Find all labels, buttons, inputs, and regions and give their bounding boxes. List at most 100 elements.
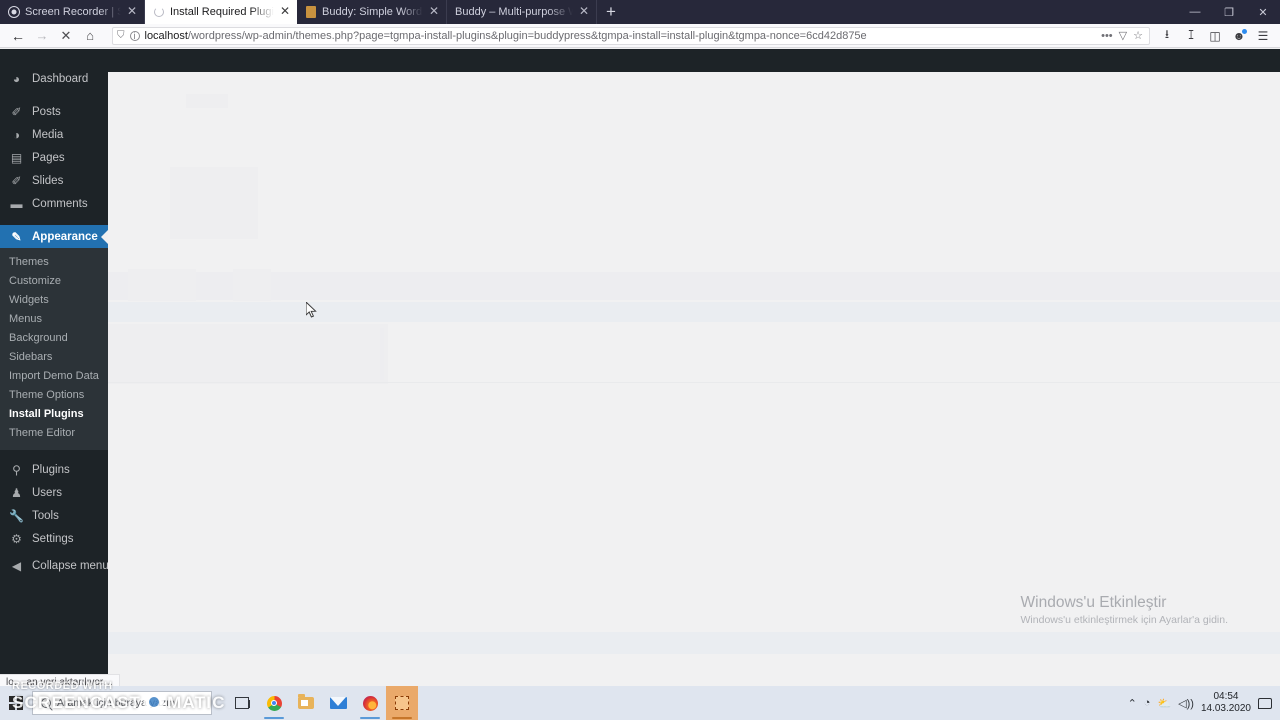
- reader-view-icon[interactable]: ▽: [1119, 29, 1127, 42]
- mouse-cursor: [306, 302, 317, 318]
- mail-icon: [329, 697, 347, 709]
- sidebar-item-appearance[interactable]: ✎ Appearance: [0, 225, 108, 248]
- tab-title: Buddy: Simple WordPress & Bu: [322, 6, 423, 18]
- account-icon[interactable]: ☻: [1228, 25, 1250, 47]
- tab-title: Install Required Plugins ‹ Word: [170, 6, 274, 18]
- download-icon[interactable]: ⭳: [1156, 25, 1178, 47]
- clock-time: 04:54: [1213, 691, 1239, 702]
- screencast-o-matic-button[interactable]: [386, 686, 418, 720]
- maximize-button[interactable]: ❐: [1212, 0, 1246, 24]
- shield-icon[interactable]: ⛉: [117, 30, 125, 41]
- submenu-item-menus[interactable]: Menus: [0, 310, 108, 329]
- library-icon[interactable]: ꕯ: [1180, 25, 1202, 47]
- onedrive-icon[interactable]: ⛅: [1157, 697, 1171, 710]
- record-icon: [8, 6, 20, 18]
- tab-close-icon[interactable]: ✕: [279, 5, 291, 18]
- windows-logo-icon: [9, 696, 23, 710]
- tab-close-icon[interactable]: ✕: [126, 5, 138, 18]
- start-button[interactable]: [0, 686, 32, 720]
- browser-navigation-toolbar: ← → ✕ ⌂ ⛉ i localhost/wordpress/wp-admin…: [0, 24, 1280, 48]
- sidebar-item-label: Pages: [32, 151, 65, 164]
- tab-title: Screen Recorder | Screencast-O: [25, 6, 121, 18]
- mail-button[interactable]: [322, 686, 354, 720]
- sidebar-item-label: Dashboard: [32, 72, 89, 85]
- wordpress-book-icon: [305, 6, 317, 18]
- sidebar-item-label: Users: [32, 486, 63, 499]
- search-icon: [41, 698, 51, 708]
- firefox-icon: [362, 695, 378, 711]
- sidebar-item-pages[interactable]: ▤ Pages: [0, 146, 108, 169]
- taskbar-clock[interactable]: 04:54 14.03.2020: [1201, 691, 1251, 715]
- window-controls: — ❐ ✕: [1178, 0, 1280, 24]
- sidebar-item-tools[interactable]: 🔧 Tools: [0, 504, 108, 527]
- clock-date: 14.03.2020: [1200, 703, 1251, 714]
- tab-close-icon[interactable]: ✕: [428, 5, 440, 18]
- forward-button[interactable]: →: [30, 25, 54, 47]
- loading-spinner-icon: [153, 6, 165, 18]
- tab-close-icon[interactable]: ✕: [578, 5, 590, 18]
- browser-tab-2[interactable]: Install Required Plugins ‹ Word ✕: [145, 0, 297, 24]
- sidebar-item-plugins[interactable]: ⚲ Plugins: [0, 458, 108, 481]
- comment-icon: ▬: [10, 196, 23, 211]
- sidebar-item-label: Appearance: [32, 230, 98, 243]
- task-view-button[interactable]: [226, 686, 258, 720]
- network-icon[interactable]: ◔: [1144, 697, 1151, 709]
- notification-icon[interactable]: [1258, 697, 1272, 709]
- submenu-item-import-demo-data[interactable]: Import Demo Data: [0, 367, 108, 386]
- url-bar[interactable]: ⛉ i localhost/wordpress/wp-admin/themes.…: [112, 26, 1150, 45]
- sidebar-item-collapse-menu[interactable]: ◀ Collapse menu: [0, 554, 109, 577]
- browser-tab-3[interactable]: Buddy: Simple WordPress & Bu ✕: [297, 0, 447, 24]
- submenu-item-theme-editor[interactable]: Theme Editor: [0, 424, 108, 443]
- volume-icon[interactable]: ◁)): [1178, 697, 1194, 710]
- plug-icon: ⚲: [12, 462, 21, 477]
- site-info-icon[interactable]: i: [129, 30, 140, 41]
- taskbar-search-input[interactable]: Aramak için buraya yazın: [32, 691, 212, 715]
- tab-title: Buddy – Multi-purpose WordPress: [455, 6, 573, 18]
- submenu-item-widgets[interactable]: Widgets: [0, 291, 108, 310]
- sidebar-item-label: Plugins: [32, 463, 70, 476]
- close-window-button[interactable]: ✕: [1246, 0, 1280, 24]
- folder-icon: [298, 694, 314, 709]
- screen: Screen Recorder | Screencast-O ✕ Install…: [0, 0, 1280, 720]
- user-icon: ♟: [11, 485, 22, 500]
- file-explorer-button[interactable]: [290, 686, 322, 720]
- submenu-item-themes[interactable]: Themes: [0, 253, 108, 272]
- url-text: localhost/wordpress/wp-admin/themes.php?…: [145, 30, 1097, 42]
- app-menu-icon[interactable]: ☰: [1252, 25, 1274, 47]
- firefox-button[interactable]: [354, 686, 386, 720]
- sidebar-item-settings[interactable]: ⚙ Settings: [0, 527, 108, 550]
- home-button[interactable]: ⌂: [78, 25, 102, 47]
- page-actions-icon[interactable]: •••: [1101, 30, 1113, 42]
- tray-chevron-icon[interactable]: ⌃: [1128, 697, 1137, 710]
- sidebar-item-label: Slides: [32, 174, 64, 187]
- bookmark-star-icon[interactable]: ☆: [1133, 29, 1143, 42]
- sidebar-item-label: Collapse menu: [32, 559, 109, 572]
- minimize-button[interactable]: —: [1178, 0, 1212, 24]
- submenu-item-background[interactable]: Background: [0, 329, 108, 348]
- submenu-item-sidebars[interactable]: Sidebars: [0, 348, 108, 367]
- settings-icon: ⚙: [11, 531, 22, 546]
- browser-tab-1[interactable]: Screen Recorder | Screencast-O ✕: [0, 0, 145, 24]
- wp-admin-sidebar: ◕ Dashboard ✐ Posts ◑ Media ▤ Pages ✐ Sl…: [0, 49, 109, 686]
- stop-loading-button[interactable]: ✕: [54, 25, 78, 47]
- back-button[interactable]: ←: [6, 25, 30, 47]
- sidebar-item-label: Media: [32, 128, 64, 141]
- browser-tab-4[interactable]: Buddy – Multi-purpose WordPress ✕: [447, 0, 597, 24]
- sidebar-item-label: Settings: [32, 532, 74, 545]
- sidebar-item-media[interactable]: ◑ Media: [0, 123, 108, 146]
- sidebar-item-posts[interactable]: ✐ Posts: [0, 100, 108, 123]
- sidebar-item-users[interactable]: ♟ Users: [0, 481, 108, 504]
- sidebar-item-comments[interactable]: ▬ Comments: [0, 192, 108, 215]
- appearance-submenu: Themes Customize Widgets Menus Backgroun…: [0, 248, 108, 450]
- chrome-icon: [266, 695, 282, 711]
- submenu-item-install-plugins[interactable]: Install Plugins: [0, 405, 108, 424]
- submenu-item-theme-options[interactable]: Theme Options: [0, 386, 108, 405]
- screencast-icon: [395, 696, 409, 710]
- browser-tab-bar: Screen Recorder | Screencast-O ✕ Install…: [0, 0, 1280, 24]
- new-tab-button[interactable]: +: [597, 0, 625, 24]
- chrome-button[interactable]: [258, 686, 290, 720]
- sidebar-item-dashboard[interactable]: ◕ Dashboard: [0, 67, 108, 90]
- sidebar-item-slides[interactable]: ✐ Slides: [0, 169, 108, 192]
- sidebar-icon[interactable]: ◫: [1204, 25, 1226, 47]
- submenu-item-customize[interactable]: Customize: [0, 272, 108, 291]
